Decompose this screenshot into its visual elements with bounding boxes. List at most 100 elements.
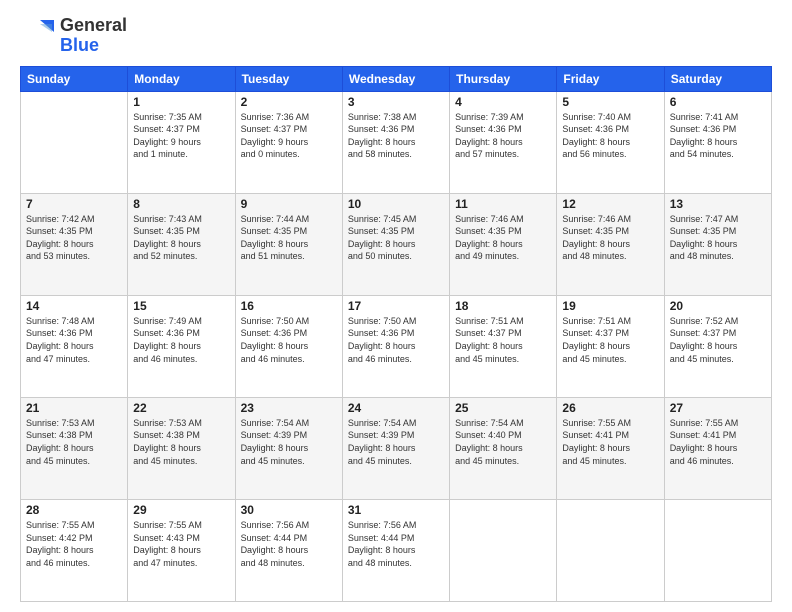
page-header: General Blue — [20, 16, 772, 56]
calendar-cell: 12 Sunrise: 7:46 AM Sunset: 4:35 PM Dayli… — [557, 193, 664, 295]
cell-text: Sunrise: 7:39 AM Sunset: 4:36 PM Dayligh… — [455, 111, 551, 161]
day-number: 27 — [670, 401, 766, 415]
calendar-cell — [21, 91, 128, 193]
calendar-cell — [450, 499, 557, 601]
day-number: 13 — [670, 197, 766, 211]
day-number: 2 — [241, 95, 337, 109]
calendar-day-header: Monday — [128, 66, 235, 91]
calendar-cell — [664, 499, 771, 601]
day-number: 22 — [133, 401, 229, 415]
day-number: 23 — [241, 401, 337, 415]
cell-text: Sunrise: 7:51 AM Sunset: 4:37 PM Dayligh… — [455, 315, 551, 365]
calendar-day-header: Wednesday — [342, 66, 449, 91]
cell-text: Sunrise: 7:54 AM Sunset: 4:39 PM Dayligh… — [241, 417, 337, 467]
day-number: 24 — [348, 401, 444, 415]
calendar-cell: 9Sunrise: 7:44 AM Sunset: 4:35 PM Daylig… — [235, 193, 342, 295]
calendar-cell: 3 Sunrise: 7:38 AM Sunset: 4:36 PM Daylig… — [342, 91, 449, 193]
cell-text: Sunrise: 7:36 AM Sunset: 4:37 PM Dayligh… — [241, 111, 337, 161]
cell-text: Sunrise: 7:45 AM Sunset: 4:35 PM Dayligh… — [348, 213, 444, 263]
calendar-day-header: Saturday — [664, 66, 771, 91]
cell-text: Sunrise: 7:47 AM Sunset: 4:35 PM Dayligh… — [670, 213, 766, 263]
cell-text: Sunrise: 7:40 AM Sunset: 4:36 PM Dayligh… — [562, 111, 658, 161]
cell-text: Sunrise: 7:35 AM Sunset: 4:37 PM Dayligh… — [133, 111, 229, 161]
logo-svg — [20, 18, 56, 54]
day-number: 5 — [562, 95, 658, 109]
calendar-cell: 29 Sunrise: 7:55 AM Sunset: 4:43 PM Dayli… — [128, 499, 235, 601]
cell-text: Sunrise: 7:54 AM Sunset: 4:40 PM Dayligh… — [455, 417, 551, 467]
cell-text: Sunrise: 7:54 AM Sunset: 4:39 PM Dayligh… — [348, 417, 444, 467]
calendar-table: SundayMondayTuesdayWednesdayThursdayFrid… — [20, 66, 772, 602]
calendar-cell: 13 Sunrise: 7:47 AM Sunset: 4:35 PM Dayli… — [664, 193, 771, 295]
calendar-cell: 24 Sunrise: 7:54 AM Sunset: 4:39 PM Dayli… — [342, 397, 449, 499]
cell-text: Sunrise: 7:43 AM Sunset: 4:35 PM Dayligh… — [133, 213, 229, 263]
cell-text: Sunrise: 7:55 AM Sunset: 4:41 PM Dayligh… — [562, 417, 658, 467]
calendar-cell: 11 Sunrise: 7:46 AM Sunset: 4:35 PM Dayli… — [450, 193, 557, 295]
calendar-week-row: 1 Sunrise: 7:35 AM Sunset: 4:37 PM Daylig… — [21, 91, 772, 193]
day-number: 29 — [133, 503, 229, 517]
calendar-cell: 22 Sunrise: 7:53 AM Sunset: 4:38 PM Dayli… — [128, 397, 235, 499]
cell-text: Sunrise: 7:38 AM Sunset: 4:36 PM Dayligh… — [348, 111, 444, 161]
logo-general: General — [60, 15, 127, 35]
cell-text: Sunrise: 7:41 AM Sunset: 4:36 PM Dayligh… — [670, 111, 766, 161]
calendar-week-row: 21 Sunrise: 7:53 AM Sunset: 4:38 PM Dayli… — [21, 397, 772, 499]
calendar-header-row: SundayMondayTuesdayWednesdayThursdayFrid… — [21, 66, 772, 91]
calendar-day-header: Sunday — [21, 66, 128, 91]
calendar-cell: 14 Sunrise: 7:48 AM Sunset: 4:36 PM Dayli… — [21, 295, 128, 397]
cell-text: Sunrise: 7:46 AM Sunset: 4:35 PM Dayligh… — [455, 213, 551, 263]
cell-text: Sunrise: 7:56 AM Sunset: 4:44 PM Dayligh… — [348, 519, 444, 569]
calendar-cell: 23 Sunrise: 7:54 AM Sunset: 4:39 PM Dayli… — [235, 397, 342, 499]
calendar-cell: 5 Sunrise: 7:40 AM Sunset: 4:36 PM Daylig… — [557, 91, 664, 193]
calendar-cell — [557, 499, 664, 601]
day-number: 18 — [455, 299, 551, 313]
day-number: 1 — [133, 95, 229, 109]
cell-text: Sunrise: 7:49 AM Sunset: 4:36 PM Dayligh… — [133, 315, 229, 365]
logo: General Blue — [20, 16, 127, 56]
calendar-cell: 18 Sunrise: 7:51 AM Sunset: 4:37 PM Dayli… — [450, 295, 557, 397]
day-number: 14 — [26, 299, 122, 313]
calendar-cell: 28Sunrise: 7:55 AM Sunset: 4:42 PM Dayli… — [21, 499, 128, 601]
day-number: 26 — [562, 401, 658, 415]
calendar-cell: 30Sunrise: 7:56 AM Sunset: 4:44 PM Dayli… — [235, 499, 342, 601]
day-number: 3 — [348, 95, 444, 109]
cell-text: Sunrise: 7:55 AM Sunset: 4:42 PM Dayligh… — [26, 519, 122, 569]
calendar-cell: 4 Sunrise: 7:39 AM Sunset: 4:36 PM Daylig… — [450, 91, 557, 193]
day-number: 11 — [455, 197, 551, 211]
cell-text: Sunrise: 7:44 AM Sunset: 4:35 PM Dayligh… — [241, 213, 337, 263]
day-number: 12 — [562, 197, 658, 211]
calendar-day-header: Thursday — [450, 66, 557, 91]
cell-text: Sunrise: 7:50 AM Sunset: 4:36 PM Dayligh… — [348, 315, 444, 365]
calendar-cell: 17 Sunrise: 7:50 AM Sunset: 4:36 PM Dayli… — [342, 295, 449, 397]
day-number: 30 — [241, 503, 337, 517]
calendar-cell: 31Sunrise: 7:56 AM Sunset: 4:44 PM Dayli… — [342, 499, 449, 601]
day-number: 20 — [670, 299, 766, 313]
day-number: 15 — [133, 299, 229, 313]
calendar-cell: 16Sunrise: 7:50 AM Sunset: 4:36 PM Dayli… — [235, 295, 342, 397]
cell-text: Sunrise: 7:53 AM Sunset: 4:38 PM Dayligh… — [26, 417, 122, 467]
cell-text: Sunrise: 7:48 AM Sunset: 4:36 PM Dayligh… — [26, 315, 122, 365]
calendar-cell: 8 Sunrise: 7:43 AM Sunset: 4:35 PM Daylig… — [128, 193, 235, 295]
calendar-cell: 10Sunrise: 7:45 AM Sunset: 4:35 PM Dayli… — [342, 193, 449, 295]
calendar-week-row: 28Sunrise: 7:55 AM Sunset: 4:42 PM Dayli… — [21, 499, 772, 601]
cell-text: Sunrise: 7:53 AM Sunset: 4:38 PM Dayligh… — [133, 417, 229, 467]
day-number: 25 — [455, 401, 551, 415]
calendar-cell: 20 Sunrise: 7:52 AM Sunset: 4:37 PM Dayli… — [664, 295, 771, 397]
day-number: 21 — [26, 401, 122, 415]
day-number: 6 — [670, 95, 766, 109]
calendar-cell: 25 Sunrise: 7:54 AM Sunset: 4:40 PM Dayli… — [450, 397, 557, 499]
cell-text: Sunrise: 7:50 AM Sunset: 4:36 PM Dayligh… — [241, 315, 337, 365]
cell-text: Sunrise: 7:51 AM Sunset: 4:37 PM Dayligh… — [562, 315, 658, 365]
day-number: 17 — [348, 299, 444, 313]
calendar-cell: 21 Sunrise: 7:53 AM Sunset: 4:38 PM Dayli… — [21, 397, 128, 499]
calendar-cell: 1 Sunrise: 7:35 AM Sunset: 4:37 PM Daylig… — [128, 91, 235, 193]
calendar-week-row: 7Sunrise: 7:42 AM Sunset: 4:35 PM Daylig… — [21, 193, 772, 295]
cell-text: Sunrise: 7:46 AM Sunset: 4:35 PM Dayligh… — [562, 213, 658, 263]
calendar-cell: 15 Sunrise: 7:49 AM Sunset: 4:36 PM Dayli… — [128, 295, 235, 397]
calendar-day-header: Tuesday — [235, 66, 342, 91]
cell-text: Sunrise: 7:42 AM Sunset: 4:35 PM Dayligh… — [26, 213, 122, 263]
logo-text: General Blue — [60, 16, 127, 56]
cell-text: Sunrise: 7:55 AM Sunset: 4:43 PM Dayligh… — [133, 519, 229, 569]
day-number: 8 — [133, 197, 229, 211]
day-number: 4 — [455, 95, 551, 109]
cell-text: Sunrise: 7:52 AM Sunset: 4:37 PM Dayligh… — [670, 315, 766, 365]
calendar-cell: 27Sunrise: 7:55 AM Sunset: 4:41 PM Dayli… — [664, 397, 771, 499]
